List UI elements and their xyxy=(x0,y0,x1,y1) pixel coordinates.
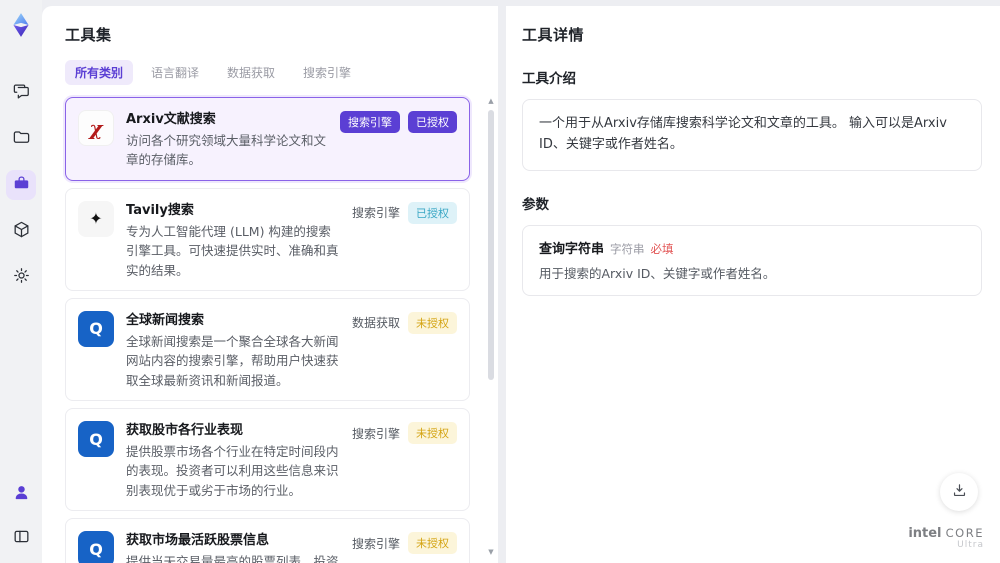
app-logo-icon xyxy=(8,12,34,38)
tool-name: Tavily搜索 xyxy=(126,202,194,218)
tab-language-translation[interactable]: 语言翻译 xyxy=(141,60,209,85)
category-label: 搜索引擎 xyxy=(351,206,400,221)
intro-heading: 工具介绍 xyxy=(522,71,576,87)
params-heading: 参数 xyxy=(522,196,549,213)
brand-core-text: CORE xyxy=(945,525,984,540)
tool-detail-panel: 工具详情 工具介绍 一个用于从Arxiv存储库搜索科学论文和文章的工具。 输入可… xyxy=(506,6,1000,563)
auth-status-badge: 未授权 xyxy=(408,532,457,555)
news-logo-icon: Q xyxy=(78,421,114,457)
sidebar-item-settings[interactable] xyxy=(6,262,36,292)
tool-description: 访问各个研究领域大量科学论文和文章的存储库。 xyxy=(126,133,327,168)
download-icon xyxy=(951,482,968,503)
sidebar-item-account[interactable] xyxy=(6,479,36,509)
news-logo-icon: Q xyxy=(78,310,114,347)
intro-text-box: 一个用于从Arxiv存储库搜索科学论文和文章的工具。 输入可以是Arxiv ID… xyxy=(522,99,982,171)
download-button[interactable] xyxy=(940,473,978,511)
tavily-logo-icon: ✦ xyxy=(78,200,114,237)
intel-core-logo: intel CORE Ultra xyxy=(908,525,984,551)
cube-icon xyxy=(12,220,31,243)
param-description: 用于搜索的Arxiv ID、关键字或作者姓名。 xyxy=(539,265,776,281)
tool-description: 全球新闻搜索是一个聚合全球各大新闻网站内容的搜索引擎，帮助用户快速获取全球最新资… xyxy=(126,333,339,388)
page-title: 工具集 xyxy=(65,26,112,44)
chat-icon xyxy=(12,82,31,105)
tool-list: χ Arxiv文献搜索 访问各个研究领域大量科学论文和文章的存储库。 搜索引擎 … xyxy=(65,97,484,563)
tool-name: Arxiv文献搜索 xyxy=(126,112,216,127)
tool-name: 获取市场最活跃股票信息 xyxy=(126,533,270,549)
sidebar-rail xyxy=(0,0,42,563)
tool-card-global-news[interactable]: Q 全球新闻搜索 全球新闻搜索是一个聚合全球各大新闻网站内容的搜索引擎，帮助用户… xyxy=(65,297,470,401)
tool-description: 提供当天交易量最高的股票列表，投资者可以利用这些信息来识别流动性强的股票和潜在的… xyxy=(126,554,339,563)
param-name: 查询字符串 xyxy=(539,241,605,257)
sidebar-item-models[interactable] xyxy=(6,216,36,246)
parameter-box: 查询字符串 字符串 必填 用于搜索的Arxiv ID、关键字或作者姓名。 xyxy=(522,224,982,297)
tool-description: 提供股票市场各个行业在特定时间段内的表现。投资者可以利用这些信息来识别表现优于或… xyxy=(126,444,339,498)
tool-name: 全球新闻搜索 xyxy=(126,312,205,328)
tool-description: 专为人工智能代理 (LLM) 构建的搜索引擎工具。可快速提供实时、准确和真实的结… xyxy=(126,223,339,278)
tool-card-tavily[interactable]: ✦ Tavily搜索 专为人工智能代理 (LLM) 构建的搜索引擎工具。可快速提… xyxy=(65,187,470,291)
scroll-down-icon[interactable]: ▼ xyxy=(486,547,496,557)
auth-status-badge: 已授权 xyxy=(408,111,457,133)
tool-card-arxiv[interactable]: χ Arxiv文献搜索 访问各个研究领域大量科学论文和文章的存储库。 搜索引擎 … xyxy=(65,97,470,181)
tab-data-fetch[interactable]: 数据获取 xyxy=(217,60,285,85)
category-tabs: 所有类别 语言翻译 数据获取 搜索引擎 xyxy=(65,60,484,85)
tool-card-active-stocks[interactable]: Q 获取市场最活跃股票信息 提供当天交易量最高的股票列表，投资者可以利用这些信息… xyxy=(65,518,470,563)
sidebar-item-files[interactable] xyxy=(6,124,36,154)
auth-status-badge: 未授权 xyxy=(408,422,457,444)
news-logo-icon: Q xyxy=(78,531,114,563)
panel-icon xyxy=(12,527,31,550)
category-label: 数据获取 xyxy=(351,316,400,331)
brand-intel-text: intel xyxy=(908,525,942,541)
tab-all-categories[interactable]: 所有类别 xyxy=(65,60,134,85)
category-label: 搜索引擎 xyxy=(351,426,400,441)
category-label: 搜索引擎 xyxy=(351,536,400,551)
arxiv-logo-icon: χ xyxy=(78,110,114,146)
auth-status-badge: 未授权 xyxy=(408,311,457,334)
tool-name: 获取股市各行业表现 xyxy=(126,423,244,438)
gear-icon xyxy=(12,266,31,289)
folder-icon xyxy=(12,128,31,151)
tool-card-stock-sector[interactable]: Q 获取股市各行业表现 提供股票市场各个行业在特定时间段内的表现。投资者可以利用… xyxy=(65,408,470,512)
detail-title: 工具详情 xyxy=(522,26,585,44)
tab-search-engine[interactable]: 搜索引擎 xyxy=(293,60,361,85)
list-scrollbar[interactable]: ▲ ▼ xyxy=(486,96,496,557)
scrollbar-thumb[interactable] xyxy=(488,110,494,380)
brand-sub-text: Ultra xyxy=(957,540,984,551)
sidebar-item-tools[interactable] xyxy=(6,170,36,200)
tool-list-panel: 工具集 所有类别 语言翻译 数据获取 搜索引擎 χ Arxiv文献搜索 访问各个… xyxy=(42,6,498,563)
param-type: 字符串 xyxy=(610,241,645,256)
sidebar-item-chat[interactable] xyxy=(6,78,36,108)
sidebar-item-collapse[interactable] xyxy=(6,523,36,553)
scroll-up-icon[interactable]: ▲ xyxy=(486,96,496,106)
auth-status-badge: 已授权 xyxy=(408,201,457,224)
category-badge: 搜索引擎 xyxy=(340,111,400,133)
param-required-flag: 必填 xyxy=(650,241,674,256)
toolbox-icon xyxy=(12,174,31,197)
user-icon xyxy=(12,483,31,506)
